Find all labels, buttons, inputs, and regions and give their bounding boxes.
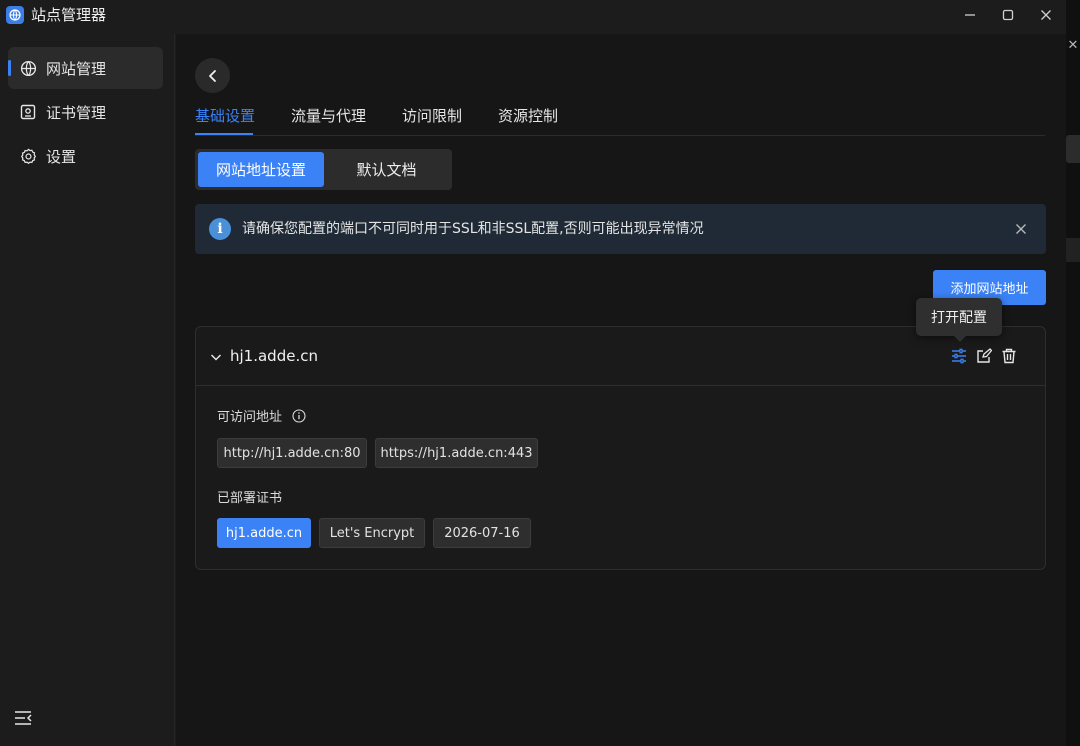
info-icon: i bbox=[209, 218, 231, 240]
gear-icon bbox=[19, 147, 37, 165]
trash-icon[interactable] bbox=[1000, 347, 1018, 365]
tab-access-limits[interactable]: 访问限制 bbox=[402, 106, 462, 126]
alert-close-icon[interactable] bbox=[1011, 219, 1031, 239]
cert-expiry-chip: 2026-07-16 bbox=[433, 518, 531, 548]
cert-issuer-chip: Let's Encrypt bbox=[319, 518, 425, 548]
cert-domain-chip[interactable]: hj1.adde.cn bbox=[217, 518, 311, 548]
active-tab-underline bbox=[195, 133, 253, 135]
tab-basic-settings[interactable]: 基础设置 bbox=[195, 106, 255, 126]
tab-traffic-proxy[interactable]: 流量与代理 bbox=[291, 106, 366, 126]
menu-collapse-icon[interactable] bbox=[14, 710, 32, 726]
sidebar-item-label: 证书管理 bbox=[46, 103, 107, 122]
app-logo-icon bbox=[6, 6, 24, 24]
sidebar-item-websites[interactable]: 网站管理 bbox=[8, 47, 163, 89]
sidebar-item-certificates[interactable]: 证书管理 bbox=[8, 91, 163, 133]
open-config-icon[interactable] bbox=[950, 347, 968, 365]
sidebar-item-label: 设置 bbox=[46, 147, 77, 166]
tab-bar: 基础设置 流量与代理 访问限制 资源控制 bbox=[195, 102, 1045, 136]
address-chip-http[interactable]: http://hj1.adde.cn:80 bbox=[217, 438, 367, 468]
segment-site-address[interactable]: 网站地址设置 bbox=[198, 152, 324, 187]
app-window: 站点管理器 网站管理 证书管理 设置 基础设置 流量与代理 访问限制 资源控制 … bbox=[0, 0, 1066, 746]
address-chip-https[interactable]: https://hj1.adde.cn:443 bbox=[375, 438, 538, 468]
globe-icon bbox=[19, 59, 37, 77]
main-content: 基础设置 流量与代理 访问限制 资源控制 网站地址设置 默认文档 i 请确保您配… bbox=[176, 34, 1066, 746]
site-card: hj1.adde.cn 可访问地址 http://hj1.adde.cn:80 bbox=[195, 326, 1046, 570]
accessible-address-text: 可访问地址 bbox=[217, 410, 283, 425]
app-title: 站点管理器 bbox=[31, 6, 107, 24]
back-button[interactable] bbox=[195, 58, 230, 93]
background-window-edge bbox=[1066, 0, 1080, 746]
sidebar: 网站管理 证书管理 设置 bbox=[0, 34, 175, 746]
sidebar-item-label: 网站管理 bbox=[46, 59, 107, 78]
sidebar-item-settings[interactable]: 设置 bbox=[8, 135, 163, 177]
site-card-header[interactable]: hj1.adde.cn bbox=[196, 327, 1045, 386]
site-domain: hj1.adde.cn bbox=[230, 347, 318, 365]
chevron-left-icon bbox=[208, 69, 216, 82]
close-icon[interactable] bbox=[1034, 4, 1058, 26]
minimize-icon[interactable] bbox=[958, 4, 982, 26]
tab-resource-control[interactable]: 资源控制 bbox=[498, 106, 558, 126]
background-panel bbox=[1066, 135, 1080, 163]
accessible-address-label: 可访问地址 bbox=[217, 409, 306, 427]
deployed-cert-label: 已部署证书 bbox=[217, 491, 283, 506]
title-bar: 站点管理器 bbox=[0, 0, 1066, 34]
segment-default-document[interactable]: 默认文档 bbox=[324, 152, 449, 187]
alert-text: 请确保您配置的端口不可同时用于SSL和非SSL配置,否则可能出现异常情况 bbox=[242, 221, 704, 237]
chevron-down-icon[interactable] bbox=[209, 349, 223, 363]
info-alert: i 请确保您配置的端口不可同时用于SSL和非SSL配置,否则可能出现异常情况 bbox=[195, 204, 1046, 254]
maximize-icon[interactable] bbox=[996, 4, 1020, 26]
segmented-control: 网站地址设置 默认文档 bbox=[195, 149, 452, 190]
background-close-icon: ✕ bbox=[1067, 38, 1079, 53]
active-indicator bbox=[8, 60, 11, 76]
background-panel-2 bbox=[1066, 238, 1080, 262]
edit-icon[interactable] bbox=[975, 347, 993, 365]
open-config-tooltip: 打开配置 bbox=[916, 298, 1002, 342]
info-circle-icon[interactable] bbox=[292, 409, 306, 423]
certificate-icon bbox=[19, 103, 37, 121]
